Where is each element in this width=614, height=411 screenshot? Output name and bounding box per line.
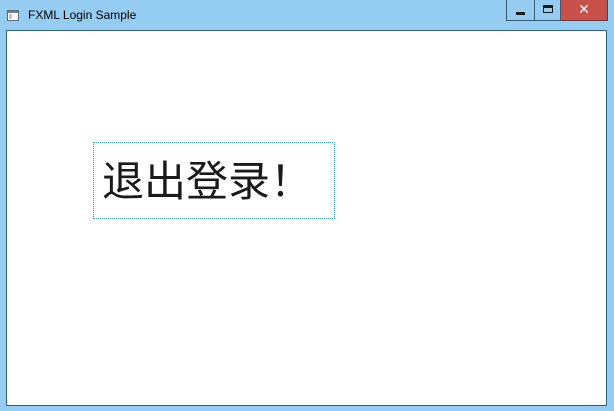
minimize-button[interactable] xyxy=(506,0,534,21)
app-window: FXML Login Sample ✕ 退出登录！ xyxy=(0,0,614,411)
minimize-icon xyxy=(516,12,525,15)
close-button[interactable]: ✕ xyxy=(561,0,608,21)
content-area: 退出登录！ xyxy=(6,30,607,406)
window-title: FXML Login Sample xyxy=(28,8,137,22)
caption-buttons: ✕ xyxy=(506,0,608,21)
maximize-icon xyxy=(543,5,553,13)
close-icon: ✕ xyxy=(578,2,590,18)
maximize-button[interactable] xyxy=(534,0,561,21)
title-bar[interactable]: FXML Login Sample ✕ xyxy=(0,0,614,30)
app-window-icon[interactable] xyxy=(7,10,19,21)
logout-message-label[interactable]: 退出登录！ xyxy=(93,142,335,219)
